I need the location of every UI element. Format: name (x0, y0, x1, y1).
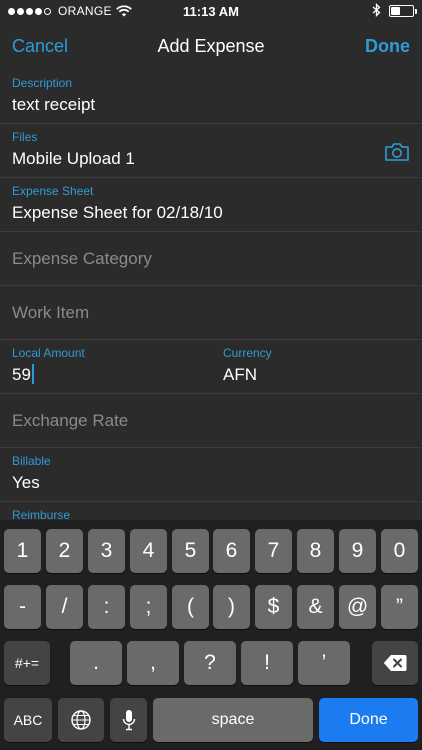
battery-icon (389, 5, 417, 17)
microphone-icon (122, 710, 135, 731)
description-field[interactable]: Description text receipt (0, 70, 422, 124)
description-value[interactable]: text receipt (12, 94, 410, 116)
expense-sheet-label: Expense Sheet (12, 184, 94, 198)
files-value[interactable]: Mobile Upload 1 (12, 148, 410, 170)
cancel-button[interactable]: Cancel (12, 36, 122, 57)
key-period[interactable]: . (70, 641, 122, 685)
billable-value[interactable]: Yes (12, 472, 410, 494)
key-9[interactable]: 9 (339, 529, 376, 573)
bluetooth-icon (372, 2, 381, 20)
globe-key[interactable] (58, 698, 104, 742)
key-dollar[interactable]: $ (255, 585, 292, 629)
expense-sheet-value[interactable]: Expense Sheet for 02/18/10 (12, 202, 410, 224)
key-8[interactable]: 8 (297, 529, 334, 573)
backspace-icon (383, 655, 407, 671)
local-amount-value: 59 (12, 365, 31, 384)
currency-field[interactable]: Currency AFN (223, 345, 410, 393)
reimburse-field[interactable]: Reimburse (0, 502, 422, 520)
abc-key[interactable]: ABC (4, 698, 52, 742)
carrier-name: ORANGE (58, 4, 112, 18)
clock: 11:13 AM (183, 3, 239, 19)
work-item-field[interactable]: Work Item (0, 286, 422, 340)
key-colon[interactable]: : (88, 585, 125, 629)
local-amount-input[interactable]: 59 (12, 364, 223, 386)
navigation-bar: Cancel Add Expense Done (0, 22, 422, 70)
exchange-rate-placeholder[interactable]: Exchange Rate (12, 394, 410, 448)
expense-category-placeholder[interactable]: Expense Category (12, 232, 410, 286)
reimburse-label: Reimburse (12, 508, 71, 520)
currency-label: Currency (223, 346, 272, 360)
space-key[interactable]: space (153, 698, 313, 742)
billable-field[interactable]: Billable Yes (0, 448, 422, 502)
billable-label: Billable (12, 454, 51, 468)
key-7[interactable]: 7 (255, 529, 292, 573)
key-quote[interactable]: ” (381, 585, 418, 629)
dictation-key[interactable] (110, 698, 147, 742)
status-bar: ORANGE 11:13 AM (0, 0, 422, 22)
numeric-keyboard: 1 2 3 4 5 6 7 8 9 0 - / : ; ( ) $ & @ ” … (0, 520, 422, 750)
key-open-paren[interactable]: ( (172, 585, 209, 629)
backspace-key[interactable] (372, 641, 418, 685)
wifi-icon (115, 5, 132, 17)
symbols-key[interactable]: #+= (4, 641, 50, 685)
key-1[interactable]: 1 (4, 529, 41, 573)
camera-icon[interactable] (384, 142, 410, 167)
status-right (274, 2, 417, 20)
files-label: Files (12, 130, 38, 144)
key-at[interactable]: @ (339, 585, 376, 629)
files-field[interactable]: Files Mobile Upload 1 (0, 124, 422, 178)
key-3[interactable]: 3 (88, 529, 125, 573)
keyboard-done-key[interactable]: Done (319, 698, 418, 742)
key-hyphen[interactable]: - (4, 585, 41, 629)
battery-level (391, 7, 401, 15)
local-amount-field[interactable]: Local Amount 59 (12, 345, 223, 393)
key-question[interactable]: ? (184, 641, 236, 685)
done-button[interactable]: Done (300, 36, 410, 57)
key-exclamation[interactable]: ! (241, 641, 293, 685)
expense-sheet-field[interactable]: Expense Sheet Expense Sheet for 02/18/10 (0, 178, 422, 232)
exchange-rate-field[interactable]: Exchange Rate (0, 394, 422, 448)
key-slash[interactable]: / (46, 585, 83, 629)
key-6[interactable]: 6 (213, 529, 250, 573)
key-close-paren[interactable]: ) (213, 585, 250, 629)
description-label: Description (12, 76, 73, 90)
status-left: ORANGE (8, 4, 148, 18)
expense-form: Description text receipt Files Mobile Up… (0, 70, 422, 520)
key-0[interactable]: 0 (381, 529, 418, 573)
key-comma[interactable]: , (127, 641, 179, 685)
amount-currency-row: Local Amount 59 Currency AFN (0, 340, 422, 394)
expense-category-field[interactable]: Expense Category (0, 232, 422, 286)
key-5[interactable]: 5 (172, 529, 209, 573)
key-apostrophe[interactable]: ’ (298, 641, 350, 685)
text-cursor (31, 364, 34, 384)
currency-value[interactable]: AFN (223, 364, 410, 386)
globe-icon (71, 710, 91, 730)
page-title: Add Expense (157, 35, 265, 56)
work-item-placeholder[interactable]: Work Item (12, 286, 410, 340)
key-2[interactable]: 2 (46, 529, 83, 573)
key-semicolon[interactable]: ; (130, 585, 167, 629)
local-amount-label: Local Amount (12, 346, 85, 360)
key-ampersand[interactable]: & (297, 585, 334, 629)
signal-strength-icon (8, 7, 51, 15)
key-4[interactable]: 4 (130, 529, 167, 573)
